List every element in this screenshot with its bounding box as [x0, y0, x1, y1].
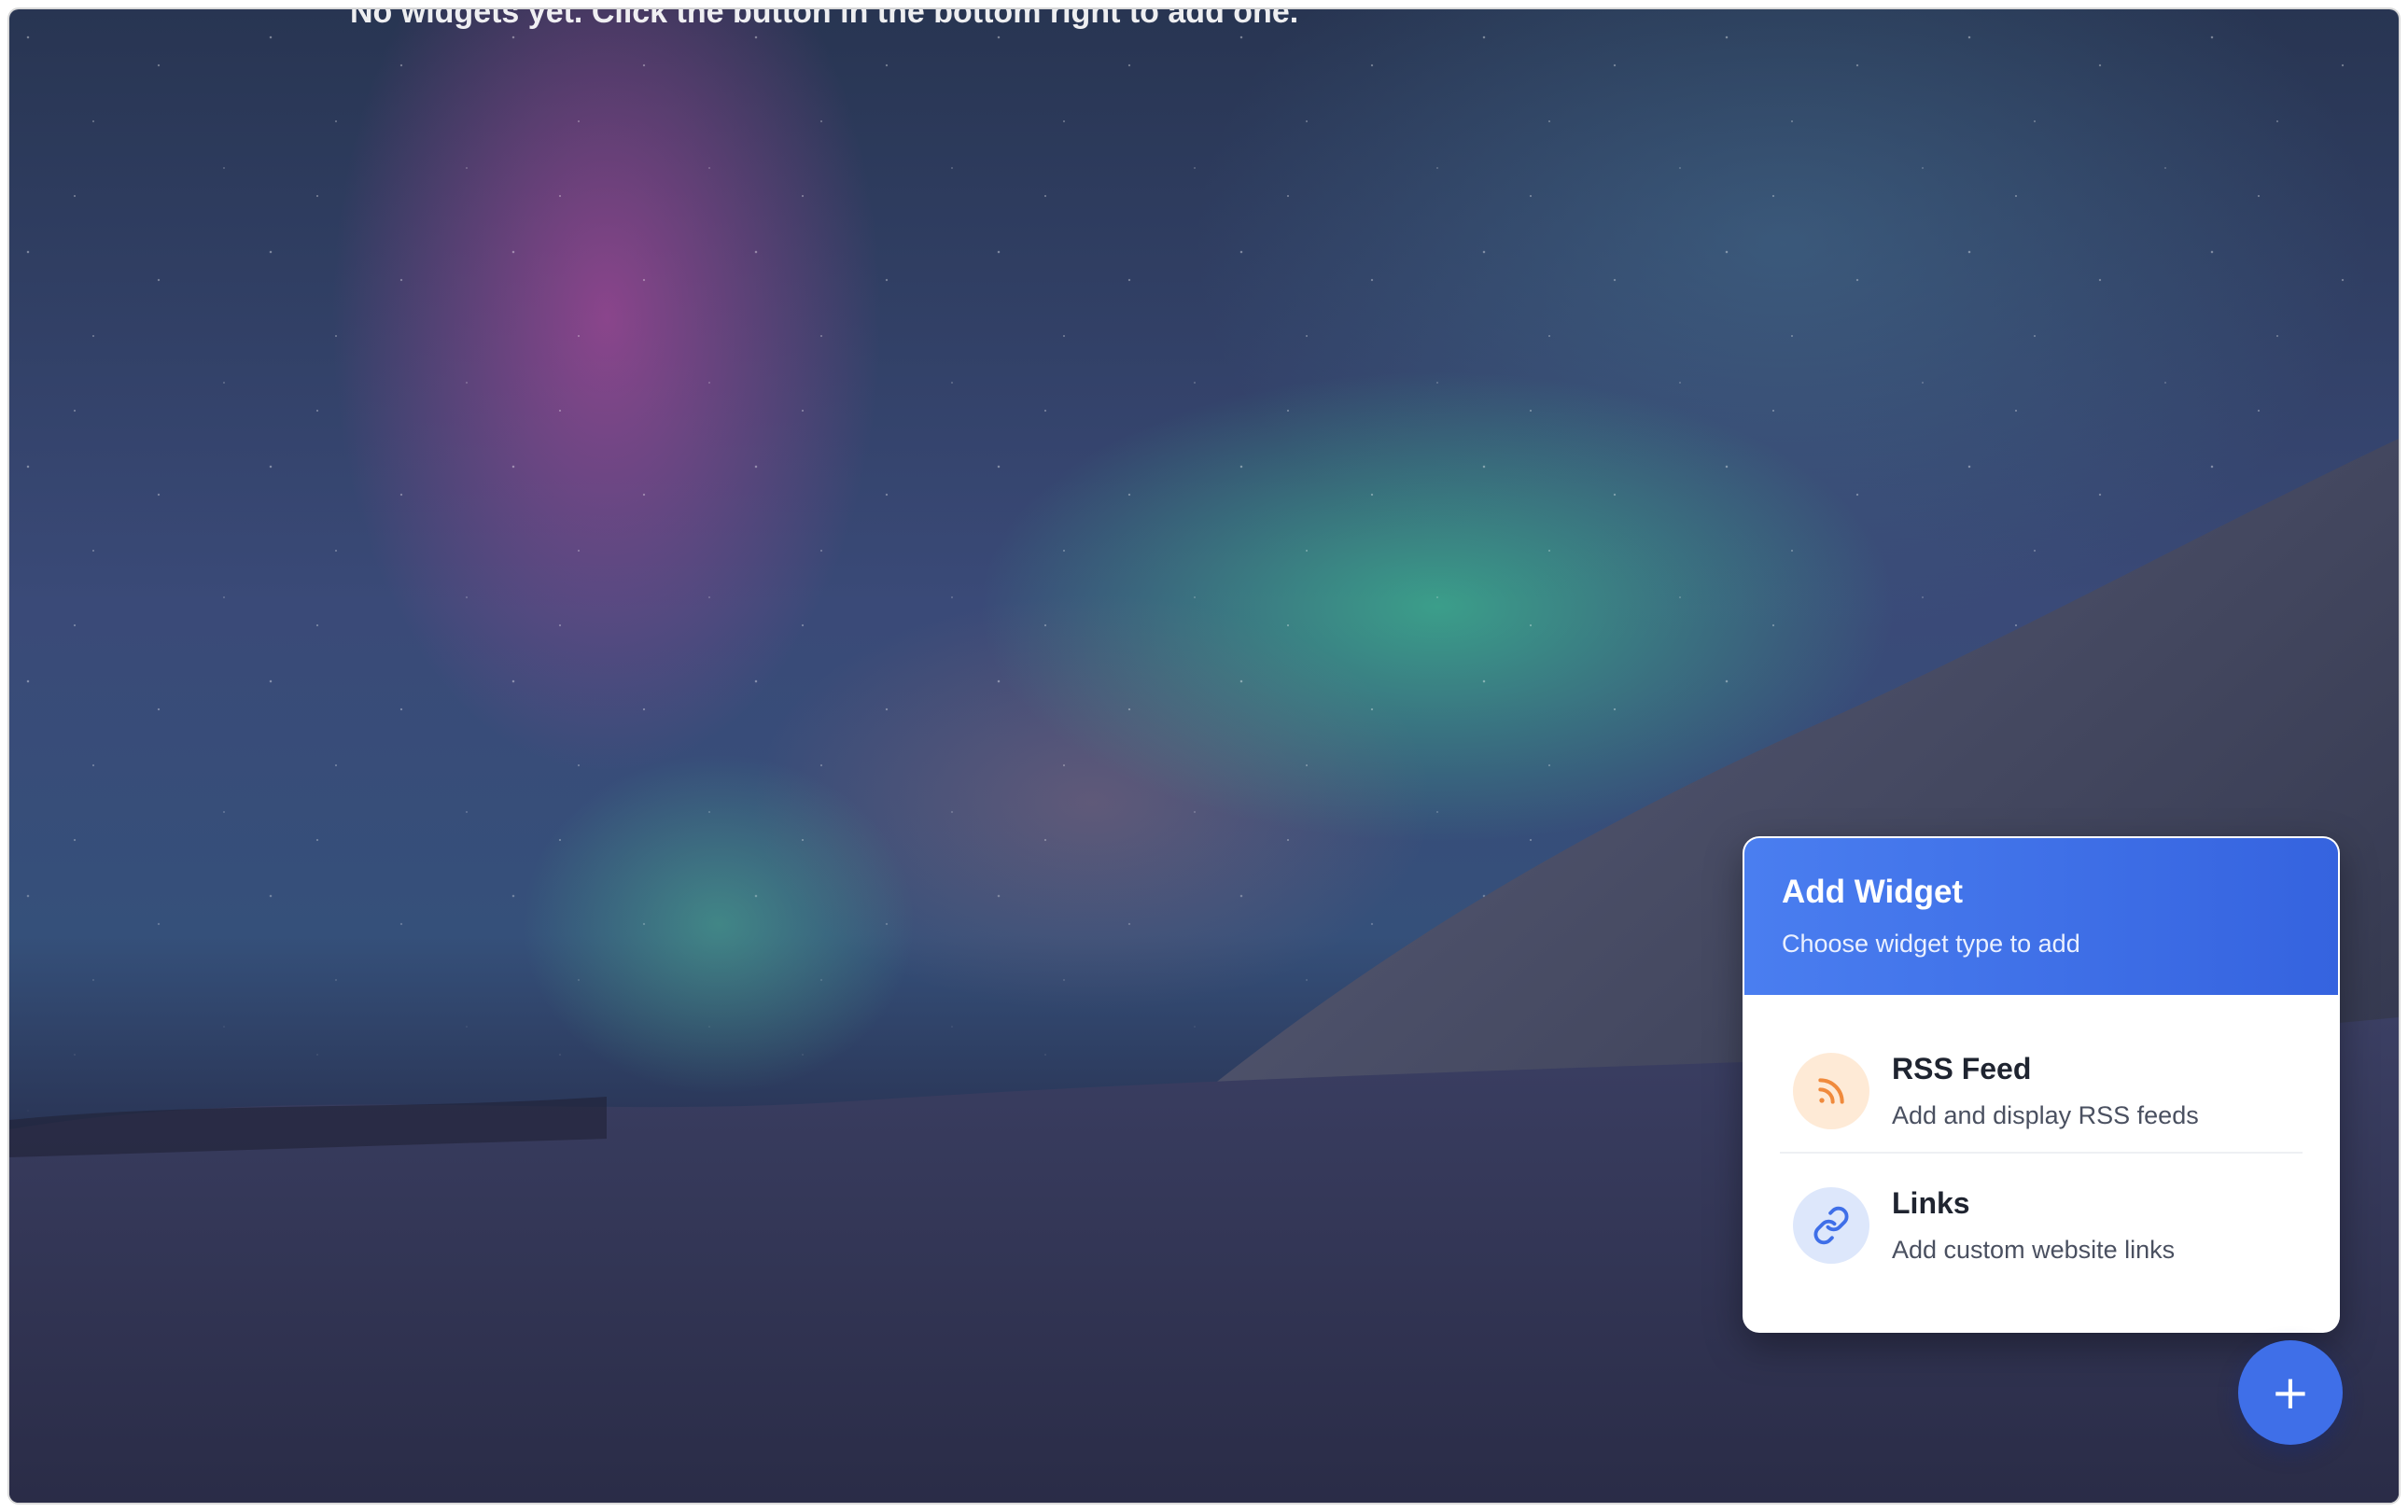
widget-option-rss-feed[interactable]: RSS Feed Add and display RSS feeds — [1780, 1030, 2303, 1152]
add-widget-panel-header: Add Widget Choose widget type to add — [1744, 838, 2338, 995]
add-widget-panel: Add Widget Choose widget type to add RSS… — [1743, 836, 2340, 1333]
widget-option-links[interactable]: Links Add custom website links — [1780, 1152, 2303, 1292]
widget-option-title: RSS Feed — [1892, 1052, 2032, 1085]
widget-option-title: Links — [1892, 1186, 1970, 1220]
widget-options-list: RSS Feed Add and display RSS feeds Links… — [1744, 995, 2338, 1292]
add-widget-button[interactable]: + — [2238, 1340, 2343, 1445]
link-icon — [1793, 1187, 1869, 1264]
add-widget-title: Add Widget — [1782, 874, 1964, 910]
widget-option-description: Add custom website links — [1892, 1236, 2176, 1264]
rss-icon — [1793, 1053, 1869, 1129]
empty-state-message: No widgets yet. Click the button in the … — [350, 9, 1299, 30]
app-window: No widgets yet. Click the button in the … — [9, 9, 2399, 1503]
widget-option-description: Add and display RSS feeds — [1892, 1101, 2199, 1129]
add-widget-subtitle: Choose widget type to add — [1782, 930, 2080, 958]
